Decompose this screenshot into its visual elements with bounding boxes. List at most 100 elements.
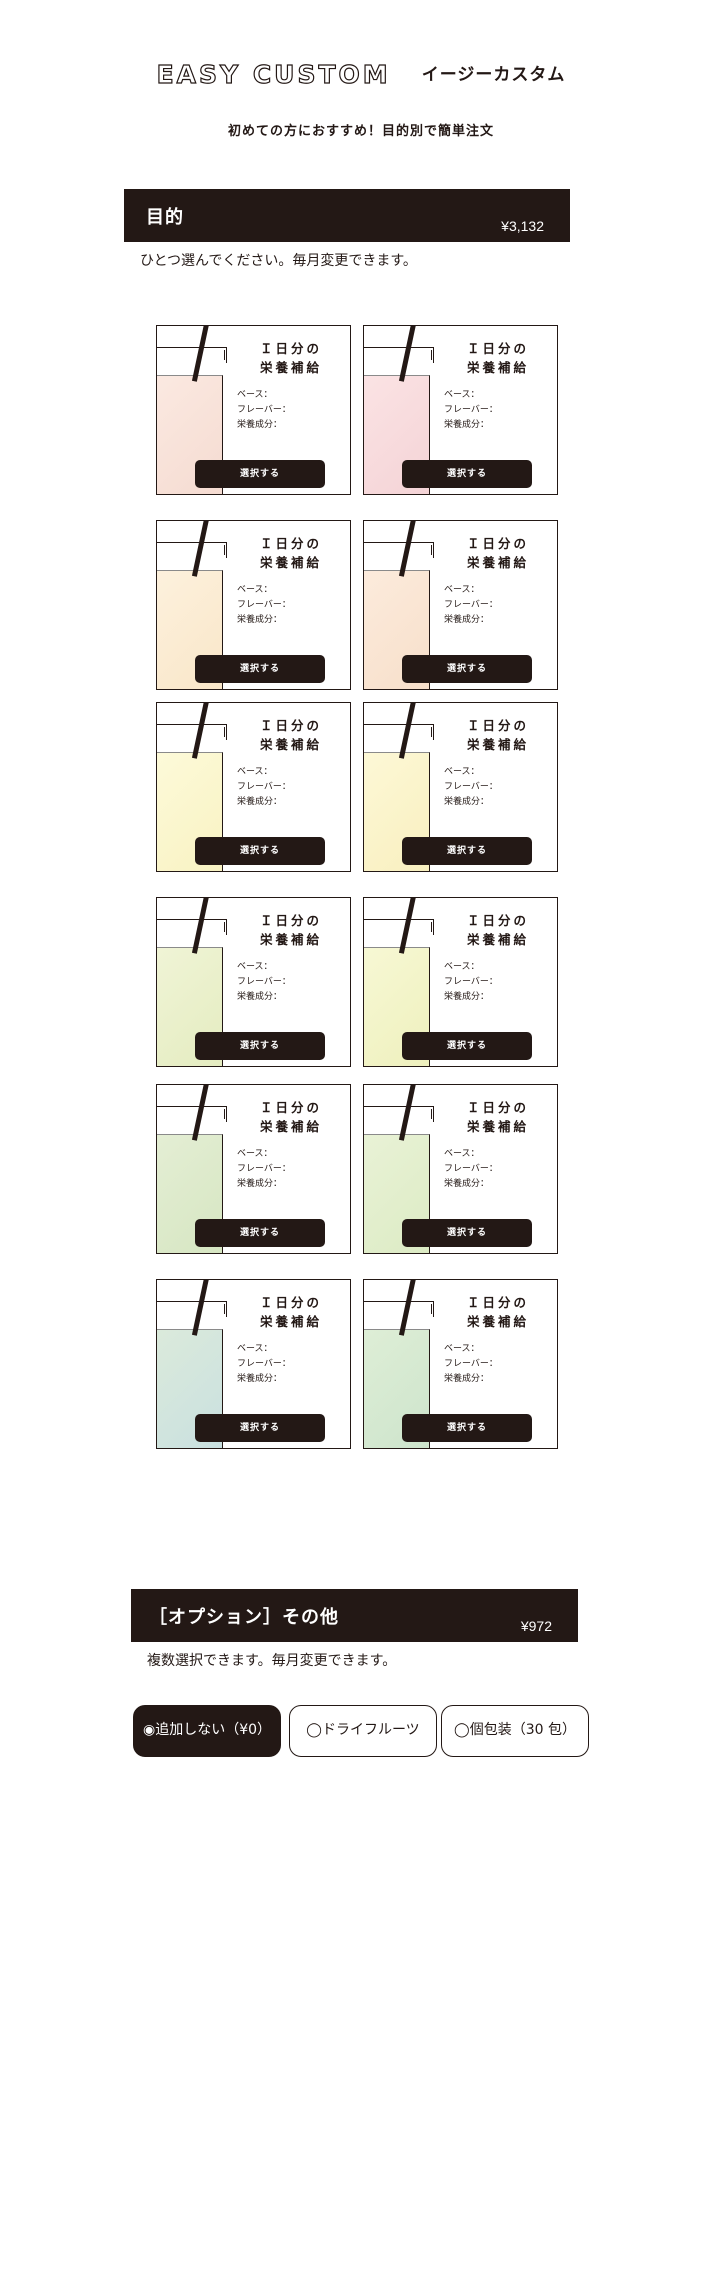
purpose-card[interactable]: Ｉ日分の 栄養補給ベース： フレーバー： 栄養成分： 選択する	[363, 897, 558, 1067]
option-section-title: ［オプション］その他	[149, 1607, 339, 1628]
card-flavor-label: フレーバー：	[237, 1164, 291, 1174]
card-flavor-label: フレーバー：	[444, 405, 498, 415]
glass-rim-inner	[157, 1109, 225, 1119]
card-nutrient-label: 栄養成分：	[444, 797, 490, 807]
purpose-card[interactable]: Ｉ日分の 栄養補給 ベース： フレーバー： 栄養成分： 選択する	[156, 702, 351, 872]
card-title: Ｉ日分の栄養補給	[241, 1293, 341, 1331]
glass-rim-inner	[157, 922, 225, 932]
card-title: Ｉ日分の栄養補給	[448, 716, 548, 754]
card-base-label: ベース：	[444, 390, 480, 400]
purpose-card[interactable]: Ｉ日分の 栄養補給ベース： フレーバー： 栄養成分： 選択する	[156, 520, 351, 690]
card-base-label: ベース：	[444, 767, 480, 777]
select-button[interactable]: 選択する	[195, 1414, 325, 1442]
card-title-line1: Ｉ日分の	[259, 1295, 322, 1310]
card-spec-list: ベース： フレーバー： 栄養成分：	[237, 1342, 291, 1387]
purpose-section-price: ¥3,132	[501, 218, 544, 234]
card-title: Ｉ日分の 栄養補給	[241, 534, 341, 572]
card-title-line2: 栄養補給	[259, 1119, 322, 1134]
card-nutrient-label: 栄養成分：	[444, 420, 490, 430]
card-title-line2: 栄養補給	[259, 932, 322, 947]
purpose-card-grid: Ｉ日分の 栄養補給 ベース： フレーバー： 栄養成分： 選択する Ｉ日分の 栄養補給 ベース：フ…	[156, 325, 560, 1450]
glass-rim-inner	[364, 545, 432, 555]
purpose-card[interactable]: Ｉ日分の 栄養補給 ベース： フレーバー： 栄養成分： 選択する	[363, 520, 558, 690]
card-title-line2: 栄養補給	[466, 737, 529, 752]
select-button[interactable]: 選択する	[195, 460, 325, 488]
purpose-card[interactable]: Ｉ日分の 栄養補給ベース： フレーバー： 栄養成分： 選択する	[363, 325, 558, 495]
card-title: Ｉ日分の 栄養補給	[241, 716, 341, 754]
card-flavor-label: フレーバー：	[444, 1359, 498, 1369]
option-section-header: ［オプション］その他 ¥972	[131, 1589, 578, 1642]
card-title-line2: 栄養補給	[466, 1119, 529, 1134]
card-spec-list: ベース： フレーバー： 栄養成分：	[444, 1147, 498, 1192]
purpose-card[interactable]: Ｉ日分の栄養補給ベース： フレーバー： 栄養成分： 選択する	[363, 1084, 558, 1254]
card-title-line1: Ｉ日分の	[466, 718, 529, 733]
option-section-price: ¥972	[520, 1618, 552, 1634]
card-nutrient-label: 栄養成分：	[444, 1179, 490, 1189]
purpose-card[interactable]: Ｉ日分の栄養補給ベース： フレーバー： 栄養成分： 選択する	[156, 325, 351, 495]
option-dried-fruit-button[interactable]: ◯ドライフルーツ	[289, 1705, 437, 1757]
glass-rim-inner	[157, 727, 225, 737]
card-title: Ｉ日分の栄養補給	[448, 1293, 548, 1331]
purpose-card[interactable]: Ｉ日分の 栄養補給 ベース： フレーバー： 栄養成分： 選択する	[363, 1279, 558, 1449]
card-spec-list: ベース： フレーバー： 栄養成分：	[237, 583, 291, 628]
card-title-line1: Ｉ日分の	[466, 1295, 529, 1310]
card-flavor-label: フレーバー：	[237, 782, 291, 792]
select-button[interactable]: 選択する	[402, 655, 532, 683]
select-button[interactable]: 選択する	[402, 1032, 532, 1060]
card-title: Ｉ日分の 栄養補給	[448, 339, 548, 377]
card-base-label: ベース：	[444, 1344, 480, 1354]
select-button[interactable]: 選択する	[195, 1219, 325, 1247]
card-flavor-label: フレーバー：	[237, 600, 291, 610]
select-button[interactable]: 選択する	[402, 837, 532, 865]
option-none-button[interactable]: ◉追加しない（¥0）	[133, 1705, 281, 1757]
card-title: Ｉ日分の栄養補給	[241, 339, 341, 377]
card-title: Ｉ日分の 栄養補給	[448, 911, 548, 949]
card-title-line1: Ｉ日分の	[466, 341, 529, 356]
card-title-line1: Ｉ日分の	[466, 1100, 529, 1115]
card-spec-list: ベース： フレーバー： 栄養成分：	[444, 583, 498, 628]
card-base-label: ベース：	[444, 585, 480, 595]
card-base-label: ベース：	[444, 1149, 480, 1159]
card-nutrient-label: 栄養成分：	[237, 420, 283, 430]
purpose-card[interactable]: Ｉ日分の栄養補給ベース： フレーバー： 栄養成分： 選択する	[363, 702, 558, 872]
card-title-line2: 栄養補給	[466, 1314, 529, 1329]
purpose-card[interactable]: Ｉ日分の栄養補給ベース： フレーバー： 栄養成分： 選択する	[156, 1279, 351, 1449]
select-button[interactable]: 選択する	[402, 1219, 532, 1247]
select-button[interactable]: 選択する	[195, 1032, 325, 1060]
card-flavor-label: フレーバー：	[444, 600, 498, 610]
card-title: Ｉ日分の栄養補給	[448, 1098, 548, 1136]
card-flavor-label: フレーバー：	[237, 405, 291, 415]
card-base-label: ベース：	[237, 962, 273, 972]
page-subtitle: 初めての方におすすめ！目的別で簡単注文	[227, 124, 494, 139]
card-base-label: ベース：	[237, 767, 273, 777]
card-flavor-label: フレーバー：	[444, 1164, 498, 1174]
card-title-line2: 栄養補給	[259, 1314, 322, 1329]
card-title-line2: 栄養補給	[466, 555, 529, 570]
card-flavor-label: フレーバー：	[237, 977, 291, 987]
card-nutrient-label: 栄養成分：	[237, 1179, 283, 1189]
card-base-label: ベース：	[444, 962, 480, 972]
card-flavor-label: フレーバー：	[444, 977, 498, 987]
card-spec-list: ベース： フレーバー： 栄養成分：	[237, 1147, 291, 1192]
card-title-line1: Ｉ日分の	[259, 536, 322, 551]
select-button[interactable]: 選択する	[402, 1414, 532, 1442]
card-nutrient-label: 栄養成分：	[444, 992, 490, 1002]
card-base-label: ベース：	[237, 390, 273, 400]
select-button[interactable]: 選択する	[195, 655, 325, 683]
purpose-section-note: ひとつ選んでください。毎月変更できます。	[140, 253, 417, 269]
select-button[interactable]: 選択する	[402, 460, 532, 488]
card-title-line1: Ｉ日分の	[259, 718, 322, 733]
card-flavor-label: フレーバー：	[444, 782, 498, 792]
card-title-line2: 栄養補給	[259, 360, 322, 375]
option-individual-pack-button[interactable]: ◯個包装（30 包）	[441, 1705, 589, 1757]
select-button[interactable]: 選択する	[195, 837, 325, 865]
card-nutrient-label: 栄養成分：	[237, 1374, 283, 1384]
card-spec-list: ベース： フレーバー： 栄養成分：	[237, 765, 291, 810]
card-title-line1: Ｉ日分の	[259, 913, 322, 928]
card-title-line1: Ｉ日分の	[259, 341, 322, 356]
purpose-card[interactable]: Ｉ日分の 栄養補給 ベース： フレーバー： 栄養成分： 選択する	[156, 897, 351, 1067]
glass-rim-inner	[364, 350, 432, 360]
card-title-line1: Ｉ日分の	[466, 536, 529, 551]
purpose-card[interactable]: Ｉ日分の 栄養補給 ベース： フレーバー： 栄養成分： 選択する	[156, 1084, 351, 1254]
glass-rim-inner	[364, 1304, 432, 1314]
